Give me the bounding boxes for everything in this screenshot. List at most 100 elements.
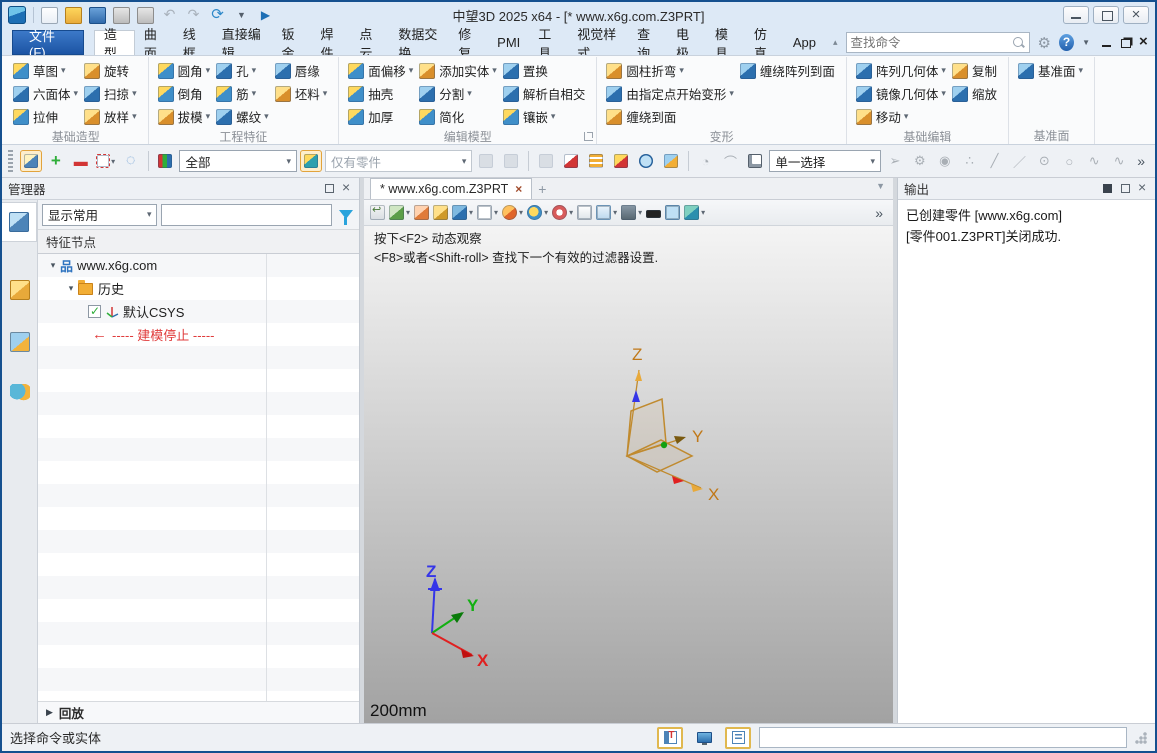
session-manager-button[interactable] <box>2 374 37 414</box>
ribbon-item-extrude[interactable]: 拉伸 <box>11 105 82 128</box>
history-manager-button[interactable] <box>2 202 37 242</box>
ribbon-item-replace[interactable]: 置换 <box>501 59 590 82</box>
ribbon-item-scale[interactable]: 缩放 <box>950 82 1001 105</box>
qat-dropdown-icon[interactable] <box>233 7 250 24</box>
new-tab-icon[interactable] <box>532 181 552 197</box>
zoom-window-icon[interactable] <box>527 205 548 220</box>
ribbon-item-cylindrical-bend[interactable]: 圆柱折弯 <box>604 59 738 82</box>
ribbon-item-rib[interactable]: 筋 <box>214 82 273 105</box>
regenerate-icon[interactable] <box>209 7 226 24</box>
selection-mode-select[interactable]: 单一选择 <box>769 150 881 172</box>
tree-filter-input[interactable] <box>161 204 332 226</box>
ribbon-item-add-shape[interactable]: 添加实体 <box>417 59 501 82</box>
view-toolbar-overflow-icon[interactable] <box>871 205 887 221</box>
ribbon-item-inlay[interactable]: 镶嵌 <box>501 105 590 128</box>
filter-scope-select[interactable]: 全部 <box>179 150 297 172</box>
status-command-input[interactable] <box>759 727 1127 748</box>
log-toggle-button[interactable] <box>725 727 751 749</box>
tab-pmi[interactable]: PMI <box>488 30 529 55</box>
dialog-launcher-icon[interactable] <box>584 132 593 141</box>
tree-row-root[interactable]: 品 www.x6g.com <box>38 254 359 277</box>
redo-icon[interactable] <box>185 7 202 24</box>
ribbon-item-chamfer[interactable]: 倒角 <box>156 82 215 105</box>
manager-restore-icon[interactable] <box>324 183 335 194</box>
wireframe-view-icon[interactable] <box>477 205 498 220</box>
tab-electrode[interactable]: 电极 <box>667 30 706 55</box>
datum-display-icon[interactable] <box>433 205 448 220</box>
visual-manager-button[interactable] <box>2 322 37 362</box>
ribbon-item-lip[interactable]: 唇缘 <box>273 59 332 82</box>
ribbon-item-morph-from-point[interactable]: 由指定点开始变形 <box>604 82 738 105</box>
tab-surface[interactable]: 曲面 <box>135 30 174 55</box>
pick-list-icon[interactable] <box>585 150 607 172</box>
ribbon-item-draft[interactable]: 拔模 <box>156 105 215 128</box>
ribbon-item-box[interactable]: 六面体 <box>11 82 82 105</box>
tab-inquire[interactable]: 查询 <box>628 30 667 55</box>
graphics-canvas[interactable]: 按下<F2> 动态观察 <F8>或者<Shift-roll> 查找下一个有效的过… <box>364 226 893 723</box>
tree-row-default-csys[interactable]: 默认CSYS <box>38 300 359 323</box>
caret-down-icon[interactable] <box>46 260 60 271</box>
display-mode-select[interactable]: 显示常用 <box>42 204 157 226</box>
tab-mold[interactable]: 模具 <box>706 30 745 55</box>
tree-filter-icon[interactable] <box>336 204 355 226</box>
doc-close-button[interactable] <box>1138 36 1151 49</box>
maximize-button[interactable] <box>1093 6 1119 24</box>
plane-display-icon[interactable] <box>665 205 680 220</box>
eraser-icon[interactable] <box>414 205 429 220</box>
tree-column-divider[interactable] <box>266 254 267 701</box>
toolbar-overflow-icon[interactable] <box>1133 153 1149 169</box>
ribbon-item-fillet[interactable]: 圆角 <box>156 59 215 82</box>
replay-section[interactable]: 回放 <box>38 701 359 723</box>
ribbon-item-thicken[interactable]: 加厚 <box>346 105 417 128</box>
ribbon-item-pattern-geometry[interactable]: 阵列几何体 <box>854 59 950 82</box>
background-icon[interactable] <box>646 207 661 218</box>
pip-view-icon[interactable] <box>577 205 592 220</box>
tab-data-exchange[interactable]: 数据交换 <box>389 30 449 55</box>
search-icon[interactable] <box>1012 36 1025 49</box>
ribbon-item-datum-plane[interactable]: 基准面 <box>1016 59 1087 82</box>
lasso-select-icon[interactable]: ◌ <box>120 150 142 172</box>
output-close-icon[interactable] <box>1138 183 1149 194</box>
ribbon-item-revolve[interactable]: 旋转 <box>82 59 141 82</box>
filter-list-icon[interactable] <box>155 150 177 172</box>
minimize-button[interactable] <box>1063 6 1089 24</box>
add-selection-icon[interactable]: + <box>45 150 67 172</box>
output-restore-icon[interactable] <box>1120 183 1131 194</box>
solid-manager-button[interactable] <box>2 270 37 310</box>
play-icon[interactable] <box>257 7 274 24</box>
tab-point-cloud[interactable]: 点云 <box>350 30 389 55</box>
tab-direct-edit[interactable]: 直接编辑 <box>213 30 273 55</box>
layer-icon[interactable] <box>389 205 410 220</box>
dimension-display-icon[interactable] <box>596 205 617 220</box>
display-toggle-button[interactable] <box>691 727 717 749</box>
pick-cursor-icon[interactable] <box>560 150 582 172</box>
output-pin-icon[interactable] <box>1102 183 1113 194</box>
tab-app[interactable]: App <box>784 30 825 55</box>
display-settings-icon[interactable] <box>621 205 642 220</box>
default-csys-graphic[interactable]: Z Y X <box>598 340 768 520</box>
ribbon-item-copy[interactable]: 复制 <box>950 59 1001 82</box>
print-icon[interactable] <box>113 7 130 24</box>
part-only-filter-icon[interactable] <box>300 150 322 172</box>
doc-minimize-button[interactable] <box>1100 36 1113 49</box>
tab-simulation[interactable]: 仿真 <box>745 30 784 55</box>
app-logo-icon[interactable] <box>8 6 26 24</box>
ribbon-collapse-icon[interactable] <box>825 37 846 48</box>
tab-shape[interactable]: 造型 <box>94 30 135 55</box>
tree-row-model-stop[interactable]: ----- 建模停止 ----- <box>38 323 359 346</box>
ribbon-item-sweep[interactable]: 扫掠 <box>82 82 141 105</box>
prompt-toggle-button[interactable] <box>657 727 683 749</box>
ribbon-item-sketch[interactable]: 草图 <box>11 59 82 82</box>
ribbon-item-move[interactable]: 移动 <box>854 105 950 128</box>
pick-tool-icon[interactable] <box>20 150 42 172</box>
pip-window-icon[interactable] <box>744 150 766 172</box>
ribbon-item-resolve-self-intersection[interactable]: 解析自相交 <box>501 82 590 105</box>
undo-icon[interactable] <box>161 7 178 24</box>
command-search-input[interactable] <box>851 36 1012 50</box>
tab-close-icon[interactable] <box>515 182 522 196</box>
resize-grip[interactable] <box>1135 732 1147 744</box>
open-file-icon[interactable] <box>65 7 82 24</box>
view-triad[interactable]: Z Y X <box>404 565 514 675</box>
print-setup-icon[interactable] <box>137 7 154 24</box>
tab-sheet-metal[interactable]: 钣金 <box>273 30 312 55</box>
